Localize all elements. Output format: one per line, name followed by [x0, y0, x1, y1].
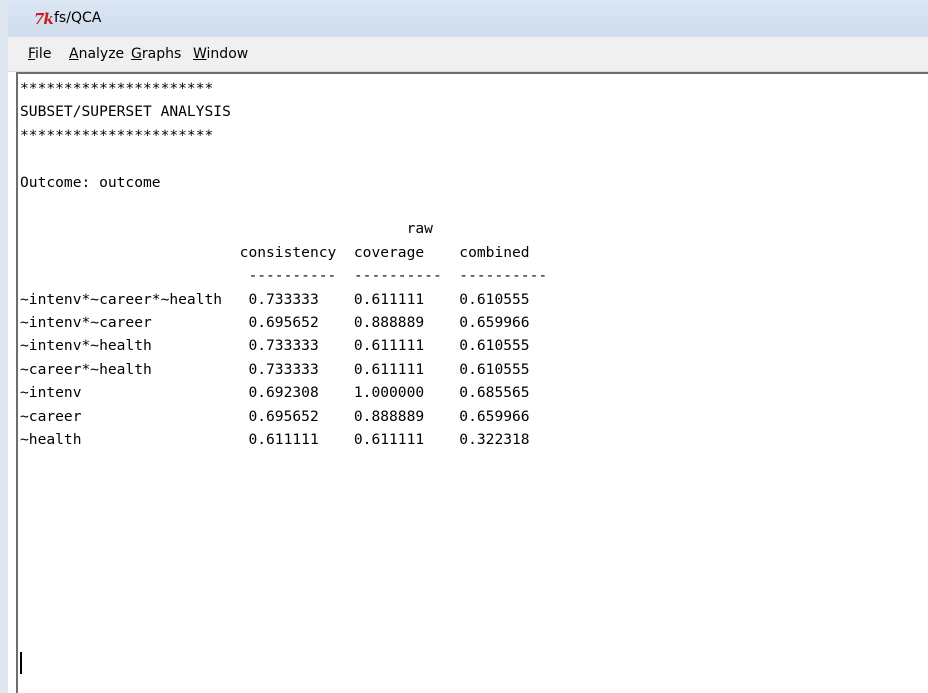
menu-graphs[interactable]: Graphs [128, 45, 184, 63]
output-line: ~intenv*~career 0.695652 0.888889 0.6599… [20, 314, 530, 332]
output-line: consistency coverage combined [20, 243, 530, 261]
output-line: ~career 0.695652 0.888889 0.659966 [20, 407, 530, 425]
output-line: ~health 0.611111 0.611111 0.322318 [20, 431, 530, 449]
output-line: ---------- ---------- ---------- [20, 267, 548, 285]
menu-window[interactable]: Window [190, 45, 251, 63]
output-line: raw [20, 220, 433, 238]
analysis-output: ********************** SUBSET/SUPERSET AN… [20, 77, 547, 452]
menu-file[interactable]: File [25, 45, 54, 63]
output-line: SUBSET/SUPERSET ANALYSIS [20, 103, 231, 121]
menu-bar: File Analyze Graphs Window [8, 37, 928, 72]
text-cursor [20, 652, 22, 674]
tk-logo-icon: 7k [34, 10, 54, 28]
output-line: ~career*~health 0.733333 0.611111 0.6105… [20, 360, 530, 378]
output-line: ********************** [20, 126, 214, 144]
app-window: 7k fs/QCA File Analyze Graphs Window ***… [0, 0, 928, 693]
output-line: ~intenv*~career*~health 0.733333 0.61111… [20, 290, 530, 308]
output-line: ~intenv 0.692308 1.000000 0.685565 [20, 384, 530, 402]
output-text-area[interactable]: ********************** SUBSET/SUPERSET AN… [16, 72, 928, 693]
menu-analyze[interactable]: Analyze [66, 45, 127, 63]
output-line: Outcome: outcome [20, 173, 161, 191]
title-bar[interactable]: 7k fs/QCA [8, 0, 928, 37]
output-line: ********************** [20, 80, 214, 97]
output-line: ~intenv*~health 0.733333 0.611111 0.6105… [20, 337, 530, 355]
window-title: fs/QCA [54, 10, 102, 26]
